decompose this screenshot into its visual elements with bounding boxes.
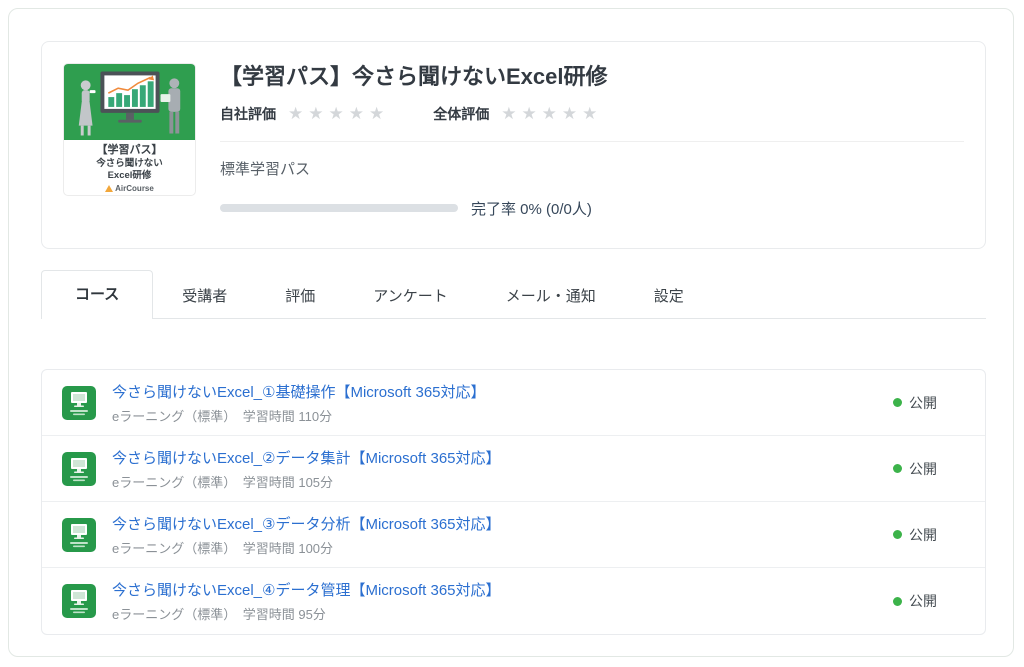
page-title: 【学習パス】今さら聞けないExcel研修 (220, 63, 964, 91)
rating-company-label: 自社評価 (220, 104, 276, 124)
aircourse-logo-text: AirCourse (115, 184, 154, 194)
course-thumbnail-icon (62, 518, 96, 552)
thumbnail-illustration-icon (64, 64, 195, 140)
status-label: 公開 (909, 525, 937, 545)
rating-overall: 全体評価 ★★★★★ (433, 104, 602, 124)
course-row-text: 今さら聞けないExcel_③データ分析【Microsoft 365対応】 eラー… (112, 513, 893, 557)
completion-progress-bar (220, 204, 458, 212)
status-badge: 公開 (893, 525, 937, 545)
course-thumbnail-icon (62, 584, 96, 618)
rating-overall-label: 全体評価 (433, 104, 489, 124)
status-badge: 公開 (893, 393, 937, 413)
thumbnail-caption-line2: 今さら聞けない (64, 158, 195, 170)
thumbnail-caption: 【学習パス】 今さら聞けない Excel研修 AirCourse (64, 140, 195, 194)
header-info: 【学習パス】今さら聞けないExcel研修 自社評価 ★★★★★ 全体評価 ★★★… (196, 63, 964, 227)
course-meta-label: eラーニング（標準） 学習時間 100分 (112, 538, 893, 557)
ratings-row: 自社評価 ★★★★★ 全体評価 ★★★★★ (220, 104, 964, 124)
status-label: 公開 (909, 459, 937, 479)
course-row: 今さら聞けないExcel_①基礎操作【Microsoft 365対応】 eラーニ… (42, 370, 985, 436)
course-header-card: 【学習パス】 今さら聞けない Excel研修 AirCourse 【学習パス】今… (41, 41, 986, 249)
tab-survey[interactable]: アンケート (344, 273, 476, 318)
status-label: 公開 (909, 393, 937, 413)
status-dot-icon (893, 398, 902, 407)
rating-company-stars-icon: ★★★★★ (288, 104, 389, 124)
aircourse-logo: AirCourse (64, 184, 195, 194)
tab-settings[interactable]: 設定 (625, 273, 713, 318)
course-title-link[interactable]: 今さら聞けないExcel_③データ分析【Microsoft 365対応】 (112, 513, 501, 534)
course-title-link[interactable]: 今さら聞けないExcel_①基礎操作【Microsoft 365対応】 (112, 381, 486, 402)
course-row-text: 今さら聞けないExcel_①基礎操作【Microsoft 365対応】 eラーニ… (112, 381, 893, 425)
course-meta-label: eラーニング（標準） 学習時間 105分 (112, 472, 893, 491)
course-row-text: 今さら聞けないExcel_②データ集計【Microsoft 365対応】 eラー… (112, 447, 893, 491)
completion-progress-row: 完了率 0% (0/0人) (220, 198, 964, 219)
course-title-link[interactable]: 今さら聞けないExcel_②データ集計【Microsoft 365対応】 (112, 447, 501, 468)
status-dot-icon (893, 597, 902, 606)
course-thumbnail: 【学習パス】 今さら聞けない Excel研修 AirCourse (63, 63, 196, 196)
path-type-label: 標準学習パス (220, 158, 964, 179)
course-title-link[interactable]: 今さら聞けないExcel_④データ管理【Microsoft 365対応】 (112, 579, 501, 600)
course-row: 今さら聞けないExcel_③データ分析【Microsoft 365対応】 eラー… (42, 502, 985, 568)
rating-overall-stars-icon: ★★★★★ (501, 104, 602, 124)
tab-evaluation[interactable]: 評価 (256, 273, 344, 318)
status-dot-icon (893, 530, 902, 539)
course-row-text: 今さら聞けないExcel_④データ管理【Microsoft 365対応】 eラー… (112, 579, 893, 623)
tab-bar: コース 受講者 評価 アンケート メール・通知 設定 (41, 270, 986, 319)
course-list: 今さら聞けないExcel_①基礎操作【Microsoft 365対応】 eラーニ… (41, 369, 986, 635)
thumbnail-caption-line3: Excel研修 (64, 170, 195, 182)
tab-courses[interactable]: コース (41, 270, 153, 319)
course-thumbnail-icon (62, 386, 96, 420)
completion-rate-label: 完了率 0% (0/0人) (471, 198, 592, 219)
course-row: 今さら聞けないExcel_④データ管理【Microsoft 365対応】 eラー… (42, 568, 985, 634)
rating-company: 自社評価 ★★★★★ (220, 104, 389, 124)
course-thumbnail-icon (62, 452, 96, 486)
course-row: 今さら聞けないExcel_②データ集計【Microsoft 365対応】 eラー… (42, 436, 985, 502)
tab-learners[interactable]: 受講者 (153, 273, 256, 318)
status-label: 公開 (909, 591, 937, 611)
tab-mail-notifications[interactable]: メール・通知 (477, 273, 625, 318)
status-dot-icon (893, 464, 902, 473)
header-divider (220, 141, 964, 142)
thumbnail-caption-line1: 【学習パス】 (64, 144, 195, 158)
course-meta-label: eラーニング（標準） 学習時間 95分 (112, 604, 893, 623)
status-badge: 公開 (893, 591, 937, 611)
aircourse-logo-icon (105, 185, 113, 192)
status-badge: 公開 (893, 459, 937, 479)
page-container: 【学習パス】 今さら聞けない Excel研修 AirCourse 【学習パス】今… (8, 8, 1014, 657)
course-meta-label: eラーニング（標準） 学習時間 110分 (112, 406, 893, 425)
